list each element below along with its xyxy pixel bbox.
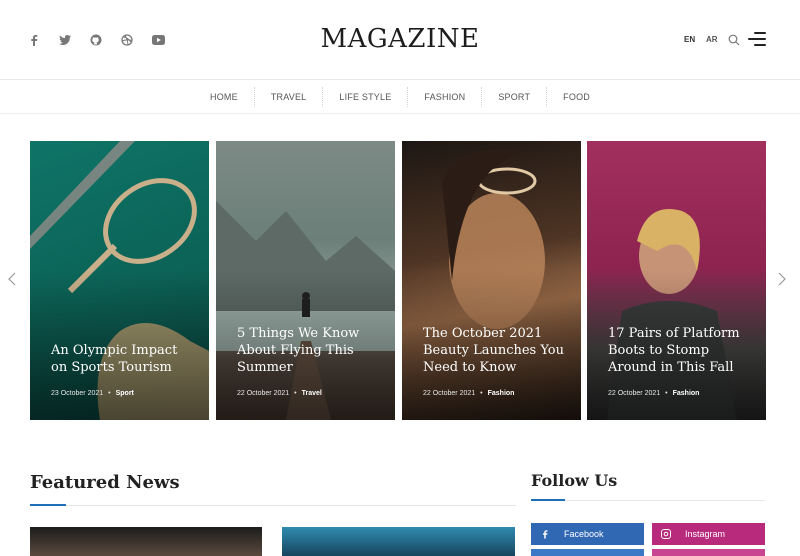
featured-divider [30,504,516,506]
card-meta: 22 October 2021 • Fashion [423,390,515,397]
search-icon[interactable] [728,33,740,46]
slider-card-sport[interactable]: An Olympic Impact on Sports Tourism 23 O… [30,141,209,420]
slider-prev-arrow[interactable] [5,272,19,288]
card-title[interactable]: 17 Pairs of Platform Boots to Stomp Arou… [608,325,752,376]
card-category[interactable]: Fashion [488,390,515,397]
facebook-label: Facebook [564,529,604,539]
instagram-label: Instagram [685,529,726,539]
card-meta: 22 October 2021 • Fashion [608,390,700,397]
card-date: 22 October 2021 [608,390,661,397]
featured-thumbnail[interactable] [30,527,262,556]
card-meta: 22 October 2021 • Travel [237,390,322,397]
card-category[interactable]: Travel [302,390,322,397]
card-date: 23 October 2021 [51,390,104,397]
slider-card-beauty[interactable]: The October 2021 Beauty Launches You Nee… [402,141,581,420]
card-title[interactable]: 5 Things We Know About Flying This Summe… [237,325,381,376]
card-category[interactable]: Sport [116,390,134,397]
nav-item-life-style[interactable]: LIFE STYLE [323,86,409,107]
slider-card-travel[interactable]: 5 Things We Know About Flying This Summe… [216,141,395,420]
card-title[interactable]: An Olympic Impact on Sports Tourism [51,342,195,376]
card-title[interactable]: The October 2021 Beauty Launches You Nee… [423,325,567,376]
card-date: 22 October 2021 [237,390,290,397]
instagram-follow-button[interactable]: Instagram [652,523,765,545]
follow-divider [531,499,765,501]
slider-next-arrow[interactable] [775,272,789,288]
language-ar-link[interactable]: AR [706,35,718,44]
facebook-follow-button[interactable]: Facebook [531,523,644,545]
main-navigation: HOME TRAVEL LIFE STYLE FASHION SPORT FOO… [0,80,800,114]
nav-item-sport[interactable]: SPORT [482,86,548,107]
featured-news-heading: Featured News [30,472,180,493]
follow-us-heading: Follow Us [531,471,618,490]
facebook-icon [540,529,550,539]
featured-thumbnail[interactable] [282,527,515,556]
nav-item-fashion[interactable]: FASHION [408,86,483,107]
site-logo[interactable]: MAGAZINE [0,24,800,54]
card-date: 22 October 2021 [423,390,476,397]
nav-item-travel[interactable]: TRAVEL [255,86,324,107]
site-header: MAGAZINE EN AR [0,0,800,80]
slider-card-fashion[interactable]: 17 Pairs of Platform Boots to Stomp Arou… [587,141,766,420]
card-meta: 23 October 2021 • Sport [51,390,134,397]
nav-item-home[interactable]: HOME [194,86,255,107]
card-category[interactable]: Fashion [673,390,700,397]
hamburger-menu-icon[interactable] [748,32,766,46]
language-en-link[interactable]: EN [684,35,695,44]
instagram-icon [661,529,671,539]
nav-item-food[interactable]: FOOD [547,87,606,107]
